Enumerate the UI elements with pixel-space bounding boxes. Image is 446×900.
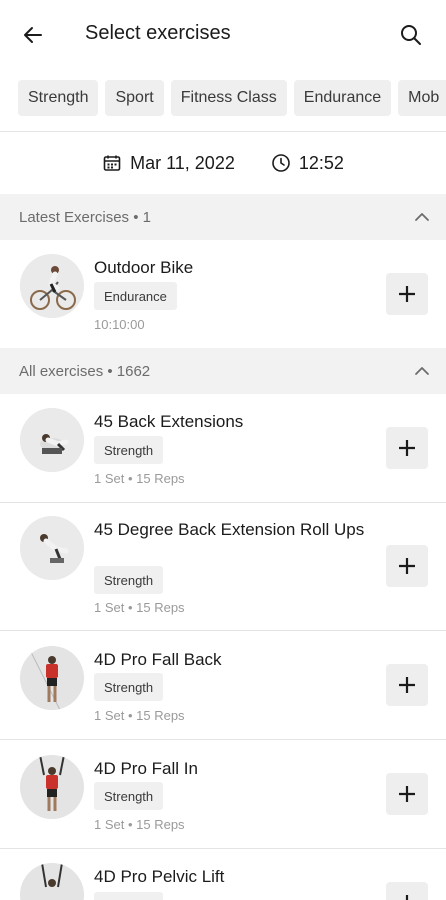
add-exercise-button[interactable] [386,273,428,315]
plus-icon [399,440,415,456]
exercise-name: 4D Pro Fall Back [94,650,222,669]
exercise-meta: 1 Set • 15 Reps [94,817,185,832]
category-filter-bar: Strength Sport Fitness Class Endurance M… [18,80,446,116]
search-icon [401,25,421,45]
list-item[interactable]: 4D Pro Fall In Strength 1 Set • 15 Reps [0,740,446,848]
exercise-name: 4D Pro Fall In [94,759,198,778]
exercise-name: 45 Degree Back Extension Roll Ups [94,520,365,539]
list-item[interactable]: 45 Back Extensions Strength 1 Set • 15 R… [0,394,446,502]
datetime-bar: Mar 11, 2022 12:52 [0,132,446,194]
list-item[interactable]: 45 Degree Back Extension Roll Ups Streng… [0,503,446,629]
filter-chip-endurance[interactable]: Endurance [293,80,392,116]
filter-chip-fitness-class[interactable]: Fitness Class [170,80,287,116]
add-exercise-button[interactable] [386,427,428,469]
exercise-name: Outdoor Bike [94,258,194,277]
exercise-thumbnail [20,254,84,318]
add-exercise-button[interactable] [386,664,428,706]
search-button[interactable] [394,18,428,52]
plus-icon [399,558,415,574]
plus-icon [399,677,415,693]
exercise-thumbnail [20,516,84,580]
filter-chip-mobility[interactable]: Mob [398,80,446,116]
section-label: Latest Exercises • 1 [19,208,151,226]
plus-icon [399,286,415,302]
chevron-up-icon[interactable] [412,361,432,381]
arrow-left-icon [24,27,42,43]
exercise-tag: Endurance [94,282,177,310]
exercise-name: 4D Pro Pelvic Lift [94,867,225,886]
time-value: 12:52 [298,152,344,173]
exercise-name: 45 Back Extensions [94,412,244,431]
filter-chip-sport[interactable]: Sport [105,80,164,116]
plus-icon [399,786,415,802]
exercise-meta: 1 Set • 15 Reps [94,708,185,723]
section-header-latest[interactable]: Latest Exercises • 1 [0,194,446,240]
list-item[interactable]: 4D Pro Fall Back Strength 1 Set • 15 Rep… [0,631,446,739]
chevron-up-icon[interactable] [412,207,432,227]
exercise-thumbnail [20,755,84,819]
time-picker[interactable]: 12:52 [271,153,344,174]
page-title: Select exercises [85,22,231,44]
date-picker[interactable]: Mar 11, 2022 [102,153,235,174]
plus-icon [405,895,409,900]
calendar-icon [103,155,121,171]
exercise-thumbnail [20,646,84,710]
section-label: All exercises • 1662 [19,362,151,380]
clock-icon [272,154,290,172]
add-exercise-button[interactable] [386,773,428,815]
date-value: Mar 11, 2022 [130,152,235,173]
add-exercise-button[interactable] [386,545,428,587]
exercise-meta: 1 Set • 15 Reps [94,600,185,615]
section-header-all[interactable]: All exercises • 1662 [0,348,446,394]
back-button[interactable] [16,18,50,52]
exercise-meta: 1 Set • 15 Reps [94,471,185,486]
exercise-thumbnail [20,863,84,900]
exercise-tag: Strength [94,566,164,594]
list-item[interactable]: Outdoor Bike Endurance 10:10:00 [0,240,446,348]
add-exercise-button[interactable] [386,882,428,900]
app-header: Select exercises [0,0,446,68]
exercise-tag: Strength [94,436,164,464]
filter-chip-strength[interactable]: Strength [18,80,99,116]
list-item[interactable]: 4D Pro Pelvic Lift Strength [0,849,446,900]
exercise-meta: 10:10:00 [94,317,145,332]
exercise-tag: Strength [94,782,164,810]
exercise-tag: Strength [94,892,164,900]
exercise-thumbnail [20,408,84,472]
exercise-tag: Strength [94,673,164,701]
